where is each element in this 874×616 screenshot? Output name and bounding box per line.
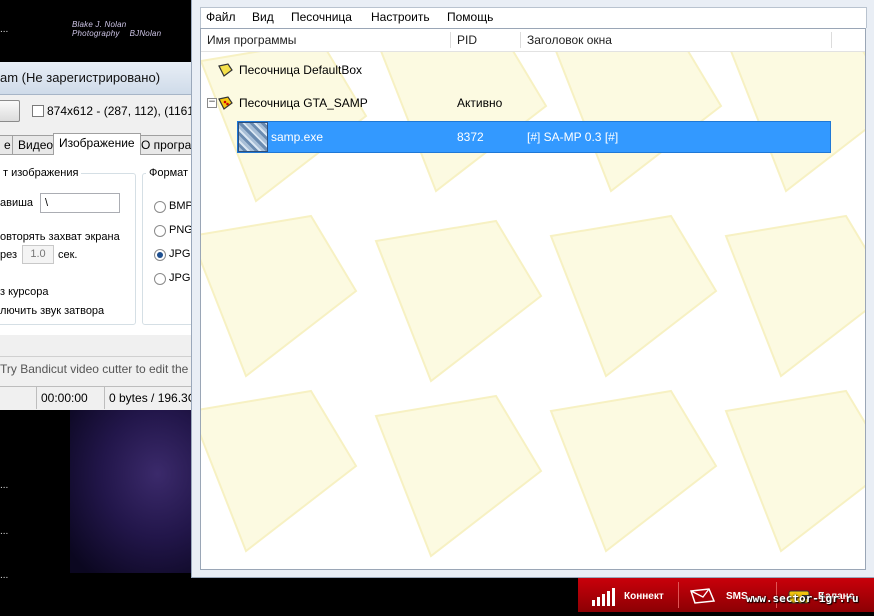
tab-video[interactable]: Видео xyxy=(12,135,60,154)
row-name: samp.exe xyxy=(271,130,324,144)
bandicam-tabs: е Видео Изображение О програм xyxy=(0,133,206,155)
capture-resolution: 874x612 - (287, 112), (1161, xyxy=(47,104,198,118)
photo-credit-text: Blake J. Nolan Photography xyxy=(72,20,127,38)
interval-unit: сек. xyxy=(58,249,78,261)
sandbox-active-icon xyxy=(218,96,233,110)
status-size: 0 bytes / 196.3G xyxy=(104,387,192,409)
column-program-name[interactable]: Имя программы xyxy=(201,29,451,51)
format-label-png: PNG xyxy=(169,224,193,236)
row-name: Песочница GTA_SAMP xyxy=(239,96,368,110)
format-radio-png[interactable] xyxy=(154,225,166,237)
menu-view[interactable]: Вид xyxy=(252,10,274,24)
row-status: Активно xyxy=(457,96,503,110)
sandbox-row-gta-samp[interactable]: − Песочница GTA_SAMP Активно xyxy=(201,92,865,114)
collapse-icon[interactable]: − xyxy=(207,98,217,108)
site-watermark: www.sector-igr.ru xyxy=(746,592,859,605)
envelope-icon xyxy=(690,588,716,604)
image-settings-panel: т изображения авиша \ овторять захват эк… xyxy=(0,154,204,335)
format-label-bmp: BMP xyxy=(169,200,193,212)
desktop-photo-credit: Blake J. Nolan Photography BJNolan xyxy=(72,20,202,42)
hotkey-label: авиша xyxy=(0,197,34,209)
repeat-capture-label[interactable]: овторять захват экрана xyxy=(0,231,120,243)
sandbox-icon xyxy=(218,63,233,77)
bandicam-title: am (Не зарегистрировано) xyxy=(0,62,192,95)
menu-help[interactable]: Помощь xyxy=(447,10,493,24)
bandicam-toolbar: 874x612 - (287, 112), (1161, xyxy=(0,100,197,122)
format-label-jpg: JPG xyxy=(169,248,191,260)
hotkey-input[interactable]: \ xyxy=(40,193,120,213)
list-header: Имя программы PID Заголовок окна xyxy=(201,29,865,52)
toolbar-button[interactable] xyxy=(0,100,20,122)
row-name: Песочница DefaultBox xyxy=(239,63,363,77)
area-checkbox[interactable] xyxy=(32,105,44,117)
column-pid[interactable]: PID xyxy=(451,29,521,51)
capture-group-label: т изображения xyxy=(0,167,82,179)
status-time: 00:00:00 xyxy=(36,387,88,409)
desktop-ellipsis: ... xyxy=(0,24,9,35)
sms-button[interactable]: SMS xyxy=(726,578,748,612)
row-window-title: [#] SA-MP 0.3 [#] xyxy=(527,130,619,144)
column-separator[interactable] xyxy=(831,32,832,48)
format-label-jpg-2: JPG xyxy=(169,272,191,284)
interval-input[interactable]: 1.0 xyxy=(22,245,54,264)
sandboxie-window: Файл Вид Песочница Настроить Помощь Имя … xyxy=(191,0,874,578)
desktop-ellipsis: ... xyxy=(0,526,9,537)
menu-configure[interactable]: Настроить xyxy=(371,10,430,24)
shutter-sound-option[interactable]: лючить звук затвора xyxy=(0,305,104,317)
tray-separator xyxy=(678,582,679,608)
menu-sandbox[interactable]: Песочница xyxy=(291,10,352,24)
interval-prefix: рез xyxy=(0,249,18,261)
format-radio-jpg-2[interactable] xyxy=(154,273,166,285)
tab-image[interactable]: Изображение xyxy=(53,133,141,155)
photo-credit-text-2: BJNolan xyxy=(129,29,162,38)
desktop-ellipsis: ... xyxy=(0,480,9,491)
format-group-label: Формат xyxy=(146,167,192,179)
samp-exe-icon xyxy=(238,122,268,152)
sandbox-row-defaultbox[interactable]: Песочница DefaultBox xyxy=(201,59,865,81)
row-pid: 8372 xyxy=(457,130,484,144)
connect-button[interactable]: Коннект xyxy=(624,578,664,612)
format-radio-bmp[interactable] xyxy=(154,201,166,213)
column-window-title[interactable]: Заголовок окна xyxy=(521,29,831,51)
bandicam-statusbar: 00:00:00 0 bytes / 196.3G xyxy=(0,386,192,409)
desktop-ellipsis: ... xyxy=(0,570,9,581)
signal-bars-icon xyxy=(592,588,615,606)
bandicut-hint-link[interactable]: Try Bandicut video cutter to edit the xyxy=(0,356,192,381)
process-row-samp[interactable]: samp.exe 8372 [#] SA-MP 0.3 [#] xyxy=(201,121,865,153)
menu-file[interactable]: Файл xyxy=(206,10,236,24)
desktop-wallpaper-night xyxy=(70,408,195,573)
process-list: Имя программы PID Заголовок окна Песочни… xyxy=(200,28,866,570)
bandicam-window: am (Не зарегистрировано) 874x612 - (287,… xyxy=(0,62,206,410)
cursor-option[interactable]: з курсора xyxy=(0,286,49,298)
menu-bar: Файл Вид Песочница Настроить Помощь xyxy=(200,7,867,28)
format-radio-jpg[interactable] xyxy=(154,249,166,261)
